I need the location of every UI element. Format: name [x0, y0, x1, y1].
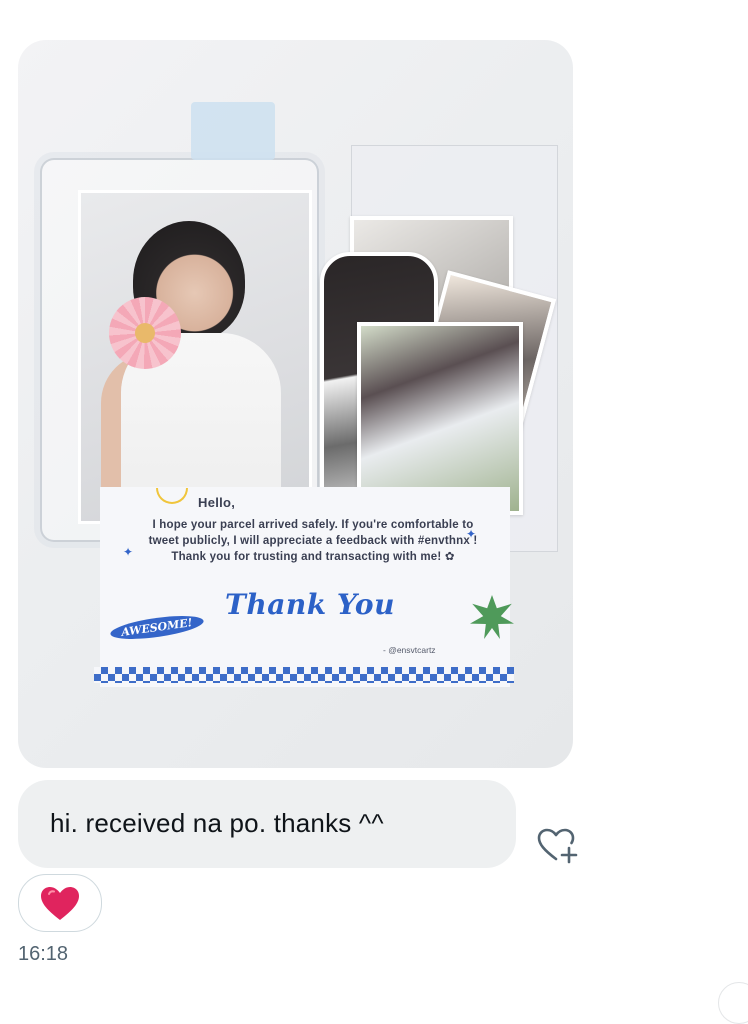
reaction-heart[interactable] [18, 874, 102, 932]
message-text: hi. received na po. thanks ^^ [50, 808, 384, 838]
image-attachment[interactable]: Hello, I hope your parcel arrived safely… [18, 40, 573, 768]
checker-border [94, 667, 514, 683]
card-thank-you-title: Thank You [225, 588, 395, 621]
card-greeting: Hello, [198, 495, 236, 510]
card-message: I hope your parcel arrived safely. If yo… [148, 519, 478, 563]
sparkle-icon: ✦ [466, 527, 477, 541]
heart-plus-icon[interactable] [536, 826, 580, 866]
card-handle: - @ensvtcartz [383, 645, 436, 655]
red-heart-icon [41, 887, 79, 920]
photocard-main [78, 190, 312, 524]
message-timestamp: 16:18 [18, 943, 69, 965]
tape-strip [191, 102, 275, 160]
message-bubble[interactable]: hi. received na po. thanks ^^ [18, 780, 516, 868]
scroll-button-edge[interactable] [718, 982, 748, 1024]
flower-illustration [109, 297, 181, 369]
sparkle-icon: ✦ [123, 545, 134, 559]
